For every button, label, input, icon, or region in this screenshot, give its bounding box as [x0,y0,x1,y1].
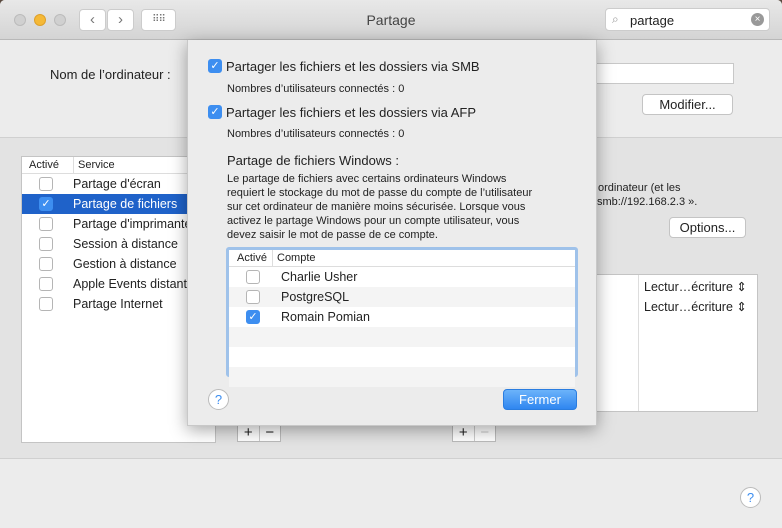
service-description-2: smb://192.168.2.3 ». [597,196,698,208]
service-checkbox[interactable] [39,237,53,251]
account-name: Romain Pomian [281,310,370,324]
service-checkbox[interactable] [39,177,53,191]
modify-button[interactable]: Modifier... [642,94,733,115]
close-button[interactable]: Fermer [503,389,577,410]
options-sheet: ✓ Partager les fichiers et les dossiers … [187,40,597,426]
accounts-list: Activé Compte Charlie Usher PostgreSQL ✓ Ro… [226,247,578,387]
service-label: Partage de fichiers [73,197,178,211]
add-button[interactable]: + [238,425,260,441]
service-checkbox[interactable] [39,297,53,311]
desc-line: Le partage de fichiers avec certains ord… [227,173,507,185]
service-label: Partage d'imprimante [73,217,192,231]
accounts-header: Activé Compte [229,250,575,267]
preferences-window: ‹ › ⠿⠿ Partage ⌕ partage × Nom de l’ordi… [0,0,782,528]
search-icon: ⌕ [612,12,619,26]
smb-checkbox[interactable]: ✓ [208,59,222,73]
help-button[interactable]: ? [740,487,761,508]
account-name: PostgreSQL [281,290,350,304]
header-active: Activé [29,159,59,171]
desc-line: devez saisir le mot de passe de ce compt… [227,229,438,241]
empty-row [229,327,575,347]
service-description-1: ordinateur (et les [598,182,681,194]
smb-label: Partager les fichiers et les dossiers vi… [226,59,480,74]
permission-value: Lectur…écriture [644,300,733,314]
add-button[interactable]: + [453,425,475,441]
remove-button[interactable]: − [260,425,281,441]
afp-checkbox[interactable]: ✓ [208,105,222,119]
title-bar: ‹ › ⠿⠿ Partage ⌕ partage × [0,0,782,40]
sheet-help-button[interactable]: ? [208,389,229,410]
service-checkbox[interactable] [39,217,53,231]
search-value: partage [630,13,675,28]
permission-select[interactable]: Lectur…écriture ⇕ [644,297,747,317]
windows-sharing-description: Le partage de fichiers avec certains ord… [227,172,532,242]
service-label: Apple Events distants [73,277,194,291]
account-checkbox[interactable]: ✓ [246,310,260,324]
computer-name-field[interactable] [596,63,734,84]
header-active: Activé [237,252,267,264]
afp-label: Partager les fichiers et les dossiers vi… [226,105,476,120]
header-account: Compte [272,250,316,266]
account-row[interactable]: PostgreSQL [229,287,575,307]
service-checkbox[interactable]: ✓ [39,197,53,211]
computer-name-label: Nom de l’ordinateur : [50,67,171,82]
search-field[interactable]: ⌕ partage × [605,8,770,31]
permission-select[interactable]: Lectur…écriture ⇕ [644,277,747,297]
clear-search-icon[interactable]: × [751,13,764,26]
smb-users: Nombres d’utilisateurs connectés : 0 [227,83,405,95]
service-label: Gestion à distance [73,257,177,271]
desc-line: requiert le stockage du mot de passe du … [227,187,533,199]
desc-line: activez le partage Windows pour un compt… [227,215,520,227]
user-add-remove: + − [452,425,496,442]
options-button[interactable]: Options... [669,217,746,238]
service-label: Partage d'écran [73,177,161,191]
empty-row [229,347,575,367]
empty-row [229,367,575,387]
desc-line: sur cet ordinateur de manière moins sécu… [227,201,526,213]
account-name: Charlie Usher [281,270,358,284]
header-service: Service [73,157,115,173]
service-label: Session à distance [73,237,178,251]
remove-button[interactable]: − [475,425,496,441]
account-checkbox[interactable] [246,290,260,304]
afp-users: Nombres d’utilisateurs connectés : 0 [227,128,405,140]
windows-sharing-title: Partage de fichiers Windows : [227,153,399,168]
service-label: Partage Internet [73,297,163,311]
service-checkbox[interactable] [39,277,53,291]
service-add-remove: + − [237,425,281,442]
service-checkbox[interactable] [39,257,53,271]
permission-value: Lectur…écriture [644,280,733,294]
account-row[interactable]: Charlie Usher [229,267,575,287]
account-checkbox[interactable] [246,270,260,284]
account-row[interactable]: ✓ Romain Pomian [229,307,575,327]
